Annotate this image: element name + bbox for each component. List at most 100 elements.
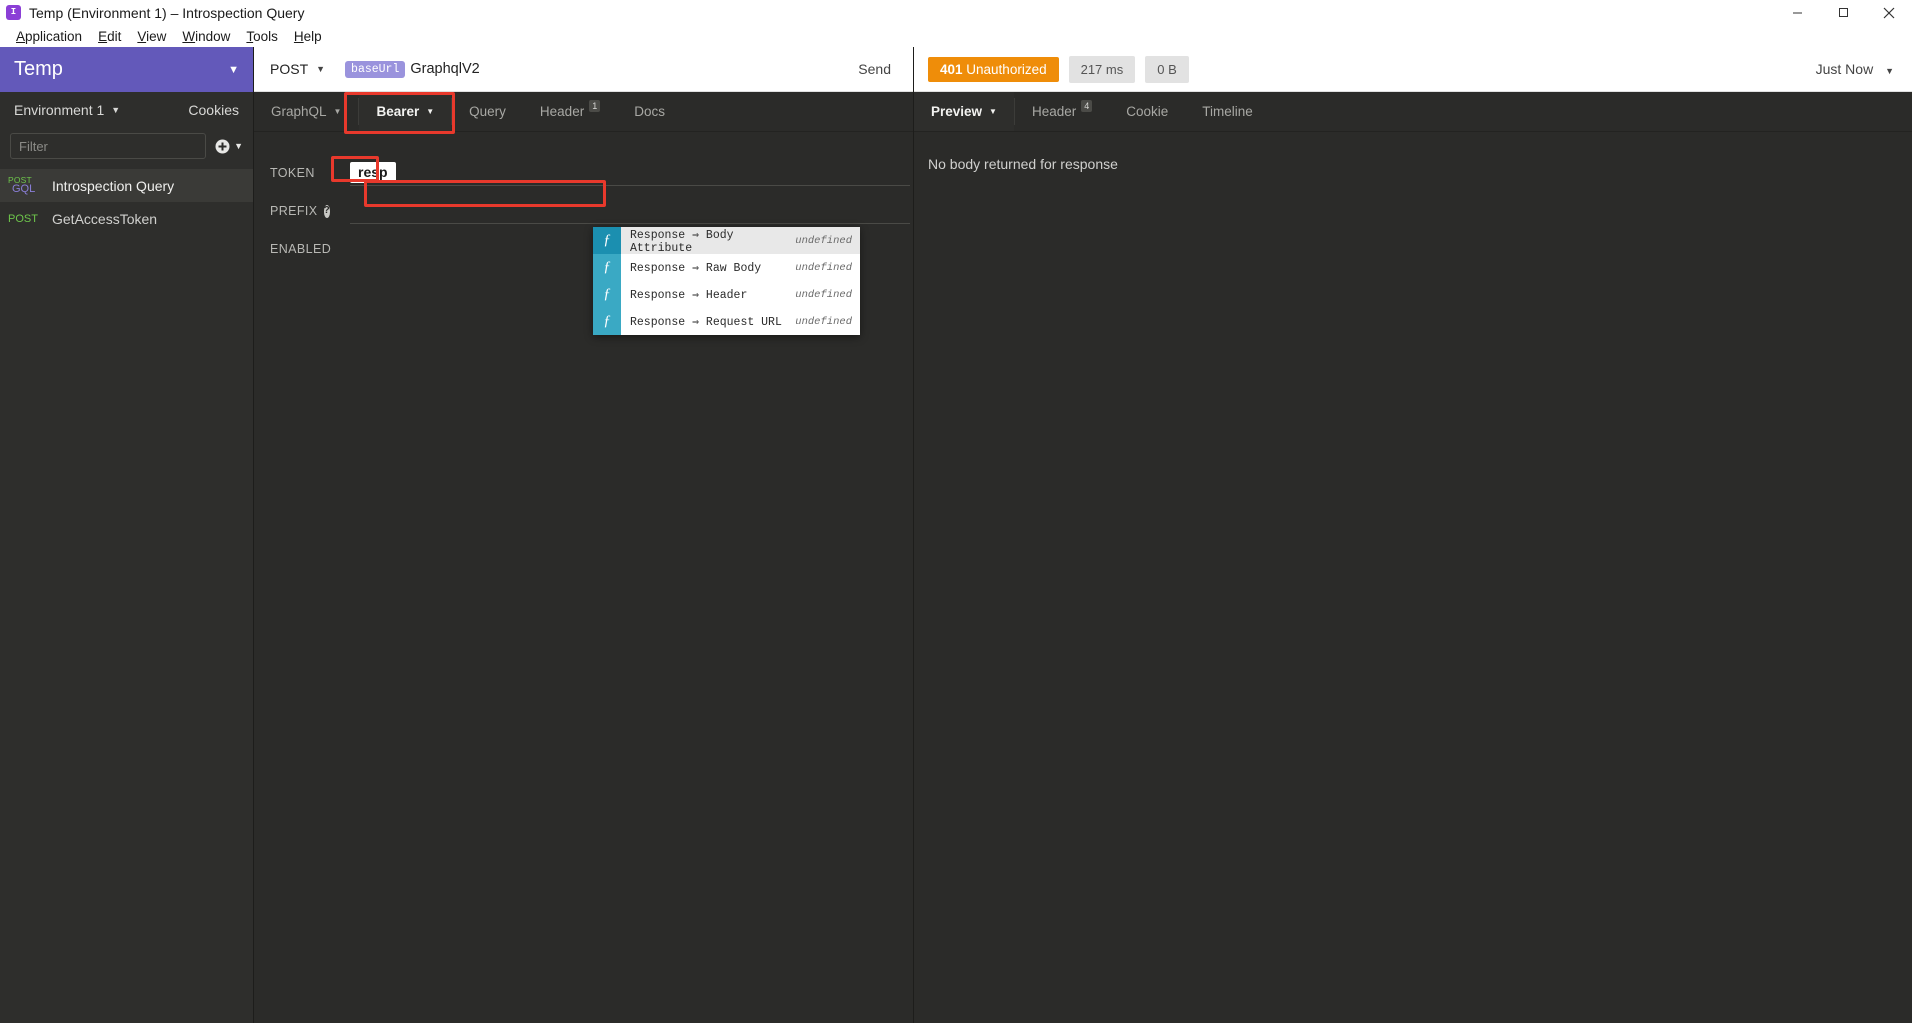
response-size[interactable]: 0 B <box>1145 55 1189 83</box>
request-tabs: GraphQL ▼ Bearer ▼ Query Header 1 Docs <box>254 92 913 132</box>
prefix-label-text: PREFIX <box>270 204 318 218</box>
method-badge-post: POST <box>8 212 38 225</box>
list-item[interactable]: POST GetAccessToken <box>0 202 253 235</box>
autocomplete-dropdown: ƒ Response ⇒ Body Attribute undefined ƒ … <box>593 227 860 335</box>
status-code: 401 <box>940 61 963 77</box>
chevron-down-icon[interactable]: ▼ <box>426 107 434 116</box>
tab-badge-count: 4 <box>1081 99 1093 112</box>
plus-circle-icon <box>215 139 230 153</box>
function-icon: ƒ <box>593 254 621 281</box>
menu-item-edit[interactable]: Edit <box>90 27 129 46</box>
method-badge-graphql: POST GQL <box>8 176 42 196</box>
insomnia-window: I Temp (Environment 1) – Introspection Q… <box>0 0 1912 1023</box>
token-input-value[interactable]: resp <box>350 162 396 183</box>
tab-label: Timeline <box>1202 104 1253 119</box>
tab-docs[interactable]: Docs <box>617 92 682 131</box>
enabled-label: ENABLED <box>270 242 332 256</box>
filter-input[interactable] <box>10 133 207 159</box>
token-label: TOKEN <box>270 166 315 180</box>
tab-graphql[interactable]: GraphQL ▼ <box>254 92 358 131</box>
function-icon: ƒ <box>593 308 621 335</box>
prefix-field[interactable] <box>350 198 910 224</box>
minimize-icon[interactable] <box>1774 0 1820 25</box>
response-pane: 401 Unauthorized 217 ms 0 B Just Now ▼ P… <box>913 47 1912 1023</box>
add-request-button[interactable]: ▼ <box>215 139 243 154</box>
list-item[interactable]: POST GQL Introspection Query <box>0 169 253 202</box>
tab-preview[interactable]: Preview ▼ <box>914 92 1014 131</box>
tab-cookie[interactable]: Cookie <box>1109 92 1185 131</box>
close-icon[interactable] <box>1866 0 1912 25</box>
chevron-down-icon[interactable]: ▼ <box>316 64 325 74</box>
response-header: 401 Unauthorized 217 ms 0 B Just Now ▼ <box>914 47 1912 92</box>
tab-label: Docs <box>634 104 665 119</box>
response-timestamp: Just Now <box>1815 61 1874 77</box>
autocomplete-item-label: Response ⇒ Raw Body <box>630 262 762 275</box>
menu-item-view[interactable]: View <box>129 27 174 46</box>
chevron-down-icon[interactable]: ▼ <box>228 64 239 76</box>
autocomplete-item-value: undefined <box>795 288 852 301</box>
workspace-name: Temp <box>14 58 63 80</box>
autocomplete-item-body-attribute[interactable]: ƒ Response ⇒ Body Attribute undefined <box>593 227 860 255</box>
autocomplete-item-raw-body[interactable]: ƒ Response ⇒ Raw Body undefined <box>593 254 860 281</box>
token-field[interactable]: resp <box>350 160 910 186</box>
tab-label: Bearer <box>376 104 420 119</box>
menu-label-view-rest: iew <box>146 28 167 44</box>
menu-item-help[interactable]: Help <box>286 27 330 46</box>
request-pane: POST ▼ baseUrl GraphqlV2 Send GraphQL ▼ … <box>254 47 913 1023</box>
menu-item-tools[interactable]: Tools <box>238 27 286 46</box>
send-button[interactable]: Send <box>858 61 891 77</box>
tab-timeline[interactable]: Timeline <box>1185 92 1270 131</box>
tab-bearer[interactable]: Bearer ▼ <box>359 92 452 131</box>
title-bar: I Temp (Environment 1) – Introspection Q… <box>0 0 1912 25</box>
autocomplete-item-header[interactable]: ƒ Response ⇒ Header undefined <box>593 281 860 308</box>
window-title: Temp (Environment 1) – Introspection Que… <box>29 4 305 21</box>
chevron-down-icon[interactable]: ▼ <box>234 141 243 151</box>
prefix-row: PREFIX ? <box>270 192 913 230</box>
status-text: Unauthorized <box>962 61 1047 77</box>
request-name: GetAccessToken <box>52 210 158 227</box>
tab-query[interactable]: Query <box>452 92 523 131</box>
autocomplete-item-value: undefined <box>795 261 852 274</box>
environment-selector[interactable]: Environment 1 <box>14 102 104 118</box>
tab-label: GraphQL <box>271 104 327 119</box>
chevron-down-icon[interactable]: ▼ <box>1885 66 1894 76</box>
menu-item-window[interactable]: Window <box>174 27 238 46</box>
response-time[interactable]: 217 ms <box>1068 55 1136 83</box>
tab-label: Header <box>539 104 585 119</box>
chevron-down-icon[interactable]: ▼ <box>334 107 342 116</box>
chevron-down-icon[interactable]: ▼ <box>989 107 997 116</box>
response-tabs: Preview ▼ Header 4 Cookie Timeline <box>914 92 1912 132</box>
prefix-label: PREFIX ? <box>270 204 331 218</box>
tab-response-header[interactable]: Header 4 <box>1015 92 1109 131</box>
environment-row: Environment 1 ▼ Cookies <box>0 92 253 127</box>
sidebar: Temp ▼ Environment 1 ▼ Cookies ▼ POST <box>0 47 254 1023</box>
tab-header[interactable]: Header 1 <box>523 92 617 131</box>
request-name: Introspection Query <box>52 177 175 194</box>
help-icon[interactable]: ? <box>323 204 331 218</box>
request-list: POST GQL Introspection Query POST GetAcc… <box>0 169 253 235</box>
menu-label-tools-rest: ools <box>253 28 278 44</box>
autocomplete-item-value: undefined <box>795 234 852 247</box>
response-history-selector[interactable]: Just Now ▼ <box>1816 61 1894 77</box>
menu-item-application[interactable]: Application <box>8 27 90 46</box>
url-variable-chip[interactable]: baseUrl <box>345 60 406 78</box>
tab-label: Header <box>1031 104 1077 119</box>
autocomplete-item-value: undefined <box>795 315 852 328</box>
autocomplete-item-request-url[interactable]: ƒ Response ⇒ Request URL undefined <box>593 308 860 335</box>
function-icon: ƒ <box>593 281 621 308</box>
workspace-header[interactable]: Temp ▼ <box>0 47 253 92</box>
url-input[interactable]: GraphqlV2 <box>410 61 479 77</box>
chevron-down-icon[interactable]: ▼ <box>111 105 120 115</box>
menu-label-window-rest: indow <box>195 28 231 44</box>
autocomplete-item-label: Response ⇒ Header <box>630 289 748 302</box>
cookies-link[interactable]: Cookies <box>188 102 239 118</box>
maximize-icon[interactable] <box>1820 0 1866 25</box>
tab-label: Cookie <box>1126 104 1169 119</box>
tab-label: Preview <box>931 104 983 119</box>
status-badge[interactable]: 401 Unauthorized <box>928 56 1059 82</box>
token-row: TOKEN resp <box>270 154 913 192</box>
autocomplete-item-label: Response ⇒ Request URL <box>630 316 782 329</box>
tab-label: Query <box>469 104 506 119</box>
method-selector[interactable]: POST <box>270 61 308 77</box>
url-bar: POST ▼ baseUrl GraphqlV2 Send <box>254 47 913 92</box>
